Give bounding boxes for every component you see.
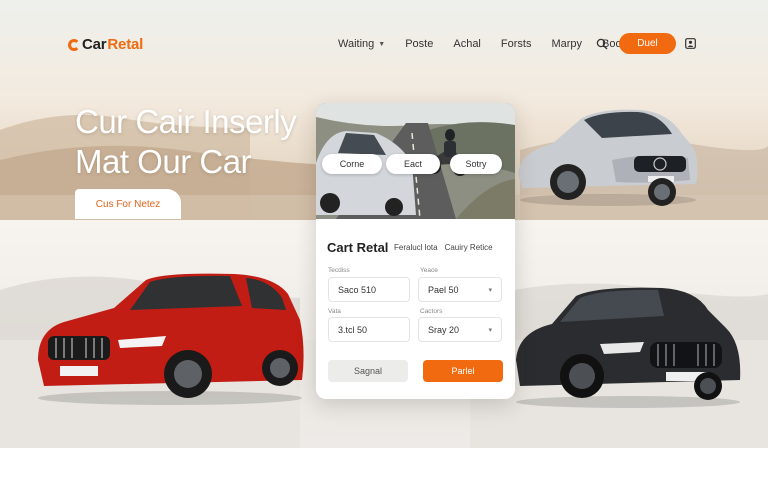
hero-cta-button[interactable]: Cus For Netez [75, 189, 181, 219]
silver-sedan-image [518, 109, 698, 206]
brand-logo[interactable]: Car Retal [68, 36, 143, 53]
field-label-cactors: Cactors [420, 308, 443, 315]
search-icon[interactable] [596, 38, 608, 50]
field-cactors-select[interactable]: Sray 20 ▾ [418, 317, 502, 342]
card-tab-cauiry[interactable]: Cauiry Retice [445, 243, 493, 252]
card-tab-feralucl[interactable]: Feralucl lota [394, 243, 438, 252]
field-yeace-select[interactable]: Pael 50 ▾ [418, 277, 502, 302]
field-tecdiss[interactable]: Saco 510 [328, 277, 410, 302]
logo-icon [68, 38, 80, 51]
nav-cta-button[interactable]: Duel [619, 33, 676, 54]
brand-name-prefix: Car [82, 36, 107, 53]
field-label-vata: Vata [328, 308, 341, 315]
card-photo: Corne Eact Sotry [316, 103, 515, 219]
card-chip-eact[interactable]: Eact [386, 154, 440, 174]
nav-link-marpy[interactable]: Marpy [551, 38, 582, 50]
chevron-down-icon: ▼ [378, 40, 386, 48]
booking-card: Corne Eact Sotry Cart Retal Feralucl lot… [316, 103, 515, 399]
hero-title-line-2: Mat Our Car [75, 143, 252, 180]
top-navigation: Car Retal Waiting ▼ Poste Achal Forsts Mar… [0, 0, 768, 88]
user-icon[interactable] [685, 38, 696, 49]
nav-link-poste[interactable]: Poste [405, 38, 433, 50]
chevron-down-icon: ▾ [488, 287, 492, 294]
nav-link-achal[interactable]: Achal [453, 38, 481, 50]
field-label-tecdiss: Tecdiss [328, 267, 350, 274]
nav-link-forsts[interactable]: Forsts [501, 38, 532, 50]
dark-sedan-image [516, 287, 741, 408]
brand-name-suffix: Retal [107, 36, 144, 53]
primary-button[interactable]: Parlel [423, 360, 503, 382]
secondary-button[interactable]: Sagnal [328, 360, 408, 382]
page-footer-area [0, 448, 768, 496]
hero-title-line-1: Cur Cair Inserly [75, 103, 297, 140]
hero-title: Cur Cair Inserly Mat Our Car [75, 102, 297, 182]
card-chip-corne[interactable]: Corne [322, 154, 382, 174]
chevron-down-icon: ▾ [488, 327, 492, 334]
red-suv-image [38, 273, 304, 405]
field-vata[interactable]: 3.tcl 50 [328, 317, 410, 342]
card-title: Cart Retal [327, 240, 389, 255]
card-tabs: Feralucl lota Cauiry Retice [394, 243, 493, 252]
nav-link-waiting[interactable]: Waiting ▼ [338, 38, 385, 50]
card-chip-sotry[interactable]: Sotry [450, 154, 502, 174]
field-label-yeace: Yeace [420, 267, 438, 274]
